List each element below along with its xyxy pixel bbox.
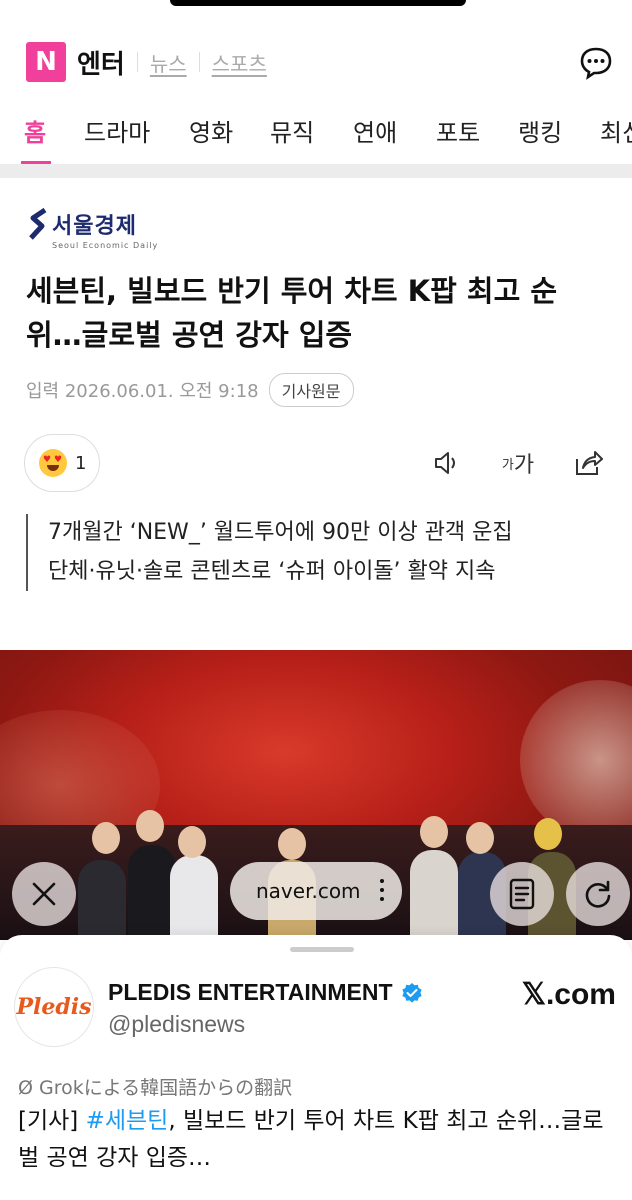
post-text-prefix: [기사] bbox=[18, 1108, 86, 1134]
photo-person bbox=[78, 860, 126, 940]
subnav-news[interactable]: 뉴스 bbox=[150, 48, 187, 77]
section-divider bbox=[0, 164, 632, 178]
reader-icon bbox=[509, 878, 535, 910]
reload-button[interactable] bbox=[566, 862, 630, 926]
tab-latest[interactable]: 최신 bbox=[600, 113, 632, 148]
post-text: [기사] #세븐틴, 빌보드 반기 투어 차트 K팝 최고 순위…글로벌 공연 … bbox=[18, 1103, 618, 1177]
reaction-count: 1 bbox=[75, 452, 87, 474]
summary-line: 단체·유닛·솔로 콘텐츠로 ‘슈퍼 아이돌’ 활약 지속 bbox=[48, 558, 496, 584]
photo-light bbox=[520, 680, 632, 840]
phone-notch bbox=[170, 0, 466, 6]
x-logo[interactable]: 𝕏.com bbox=[522, 977, 616, 1012]
photo-person-head bbox=[136, 810, 164, 842]
photo-person bbox=[128, 845, 176, 940]
account-name[interactable]: PLEDIS ENTERTAINMENT bbox=[108, 979, 423, 1006]
share-icon[interactable] bbox=[568, 446, 608, 480]
category-tabs: 홈 드라마 영화 뮤직 연애 포토 랭킹 최신 bbox=[0, 105, 632, 165]
publish-time: 입력 2026.06.01. 오전 9:18 bbox=[26, 381, 259, 402]
close-tab-button[interactable] bbox=[12, 862, 76, 926]
account-name-text: PLEDIS ENTERTAINMENT bbox=[108, 979, 393, 1005]
photo-person bbox=[170, 855, 218, 940]
press-logo[interactable]: 서울경제 Seoul Economic Daily bbox=[28, 208, 158, 250]
article-meta: 입력 2026.06.01. 오전 9:18 기사원문 bbox=[26, 373, 354, 407]
summary-line: 7개월간 ‘NEW_’ 월드투어에 90만 이상 관객 운집 bbox=[48, 520, 513, 545]
tab-movie[interactable]: 영화 bbox=[189, 113, 233, 148]
photo-person-head bbox=[466, 822, 494, 854]
section-title[interactable]: 엔터 bbox=[77, 44, 125, 81]
heart-eyes-emoji-icon: ♥ ♥ bbox=[39, 449, 67, 477]
press-logo-mark-icon bbox=[29, 208, 47, 240]
speaker-icon[interactable] bbox=[428, 446, 468, 480]
photo-person bbox=[410, 850, 458, 940]
header-divider bbox=[198, 52, 200, 72]
close-icon bbox=[32, 882, 56, 906]
tab-music[interactable]: 뮤직 bbox=[270, 113, 314, 148]
address-bar[interactable]: naver.com bbox=[230, 862, 402, 920]
press-subtitle: Seoul Economic Daily bbox=[52, 241, 159, 250]
tab-drama[interactable]: 드라마 bbox=[84, 113, 150, 148]
photo-person-head bbox=[178, 826, 206, 858]
article-headline: 세븐틴, 빌보드 반기 투어 차트 K팝 최고 순위…글로벌 공연 강자 입증 bbox=[26, 274, 558, 352]
account-handle[interactable]: @pledisnews bbox=[108, 1011, 245, 1038]
photo-person-head bbox=[278, 828, 306, 860]
tab-entertainment[interactable]: 연애 bbox=[353, 113, 397, 148]
reaction-button[interactable]: ♥ ♥ 1 bbox=[24, 434, 100, 492]
naver-logo[interactable]: N bbox=[26, 42, 66, 82]
drag-handle[interactable] bbox=[290, 947, 354, 952]
tab-home[interactable]: 홈 bbox=[24, 113, 46, 148]
tab-photo[interactable]: 포토 bbox=[436, 113, 480, 148]
photo-person-head bbox=[420, 816, 448, 848]
header-divider bbox=[136, 52, 138, 72]
verified-badge-icon bbox=[401, 982, 422, 1003]
font-size-large-label: 가 bbox=[513, 453, 535, 478]
subnav-sports[interactable]: 스포츠 bbox=[212, 48, 267, 77]
more-options-icon[interactable] bbox=[380, 879, 384, 906]
article-summary: 7개월간 ‘NEW_’ 월드투어에 90만 이상 관객 운집 단체·유닛·솔로 … bbox=[26, 514, 513, 591]
url-text: naver.com bbox=[256, 879, 361, 903]
chat-bubble-icon[interactable] bbox=[578, 44, 614, 80]
font-size-button[interactable]: 가가 bbox=[498, 446, 538, 480]
embedded-post-card[interactable]: Pledis PLEDIS ENTERTAINMENT @pledisnews … bbox=[0, 935, 632, 1200]
original-article-button[interactable]: 기사원문 bbox=[268, 373, 354, 407]
avatar[interactable]: Pledis bbox=[14, 967, 94, 1047]
reload-icon bbox=[585, 880, 611, 908]
photo-person-head bbox=[534, 818, 562, 850]
translation-note[interactable]: Ø Grokによる韓国語からの翻訳 bbox=[18, 1073, 292, 1100]
reader-mode-button[interactable] bbox=[490, 862, 554, 926]
top-header: N 엔터 뉴스 스포츠 bbox=[26, 40, 614, 84]
article-tools: 가가 bbox=[398, 446, 608, 480]
photo-person-head bbox=[92, 822, 120, 854]
press-name: 서울경제 bbox=[52, 214, 137, 239]
font-size-small-label: 가 bbox=[501, 457, 514, 473]
hashtag-link[interactable]: #세븐틴 bbox=[86, 1108, 169, 1134]
tab-ranking[interactable]: 랭킹 bbox=[518, 113, 562, 148]
